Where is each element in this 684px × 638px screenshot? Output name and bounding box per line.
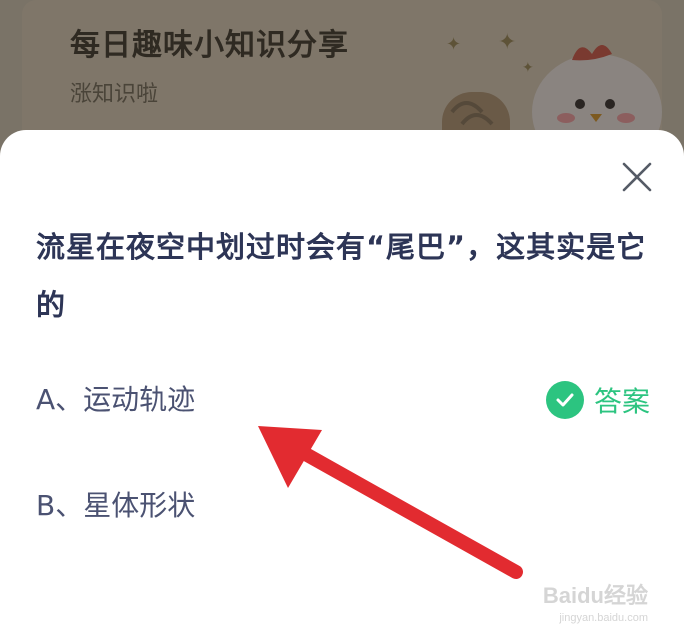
- quiz-sheet: 流星在夜空中划过时会有“尾巴”，这其实是它的 A、运动轨迹 答案 B、星体形状: [0, 130, 684, 638]
- watermark: Baidu经验 jingyan.baidu.com: [543, 578, 648, 624]
- banner-subtitle: 涨知识啦: [70, 82, 159, 107]
- answer-badge: 答案: [545, 378, 650, 422]
- option-b[interactable]: B、星体形状: [36, 476, 646, 536]
- close-icon[interactable]: [620, 160, 654, 194]
- check-circle-icon: [545, 381, 584, 419]
- chicken-mascot-icon: [442, 45, 662, 142]
- watermark-brand: Baidu经验: [542, 583, 648, 608]
- answer-label: 答案: [593, 385, 650, 418]
- question-text: 流星在夜空中划过时会有“尾巴”，这其实是它的: [36, 230, 647, 322]
- banner-title: 每日趣味小知识分享: [70, 28, 349, 63]
- watermark-url: jingyan.baidu.com: [559, 612, 648, 624]
